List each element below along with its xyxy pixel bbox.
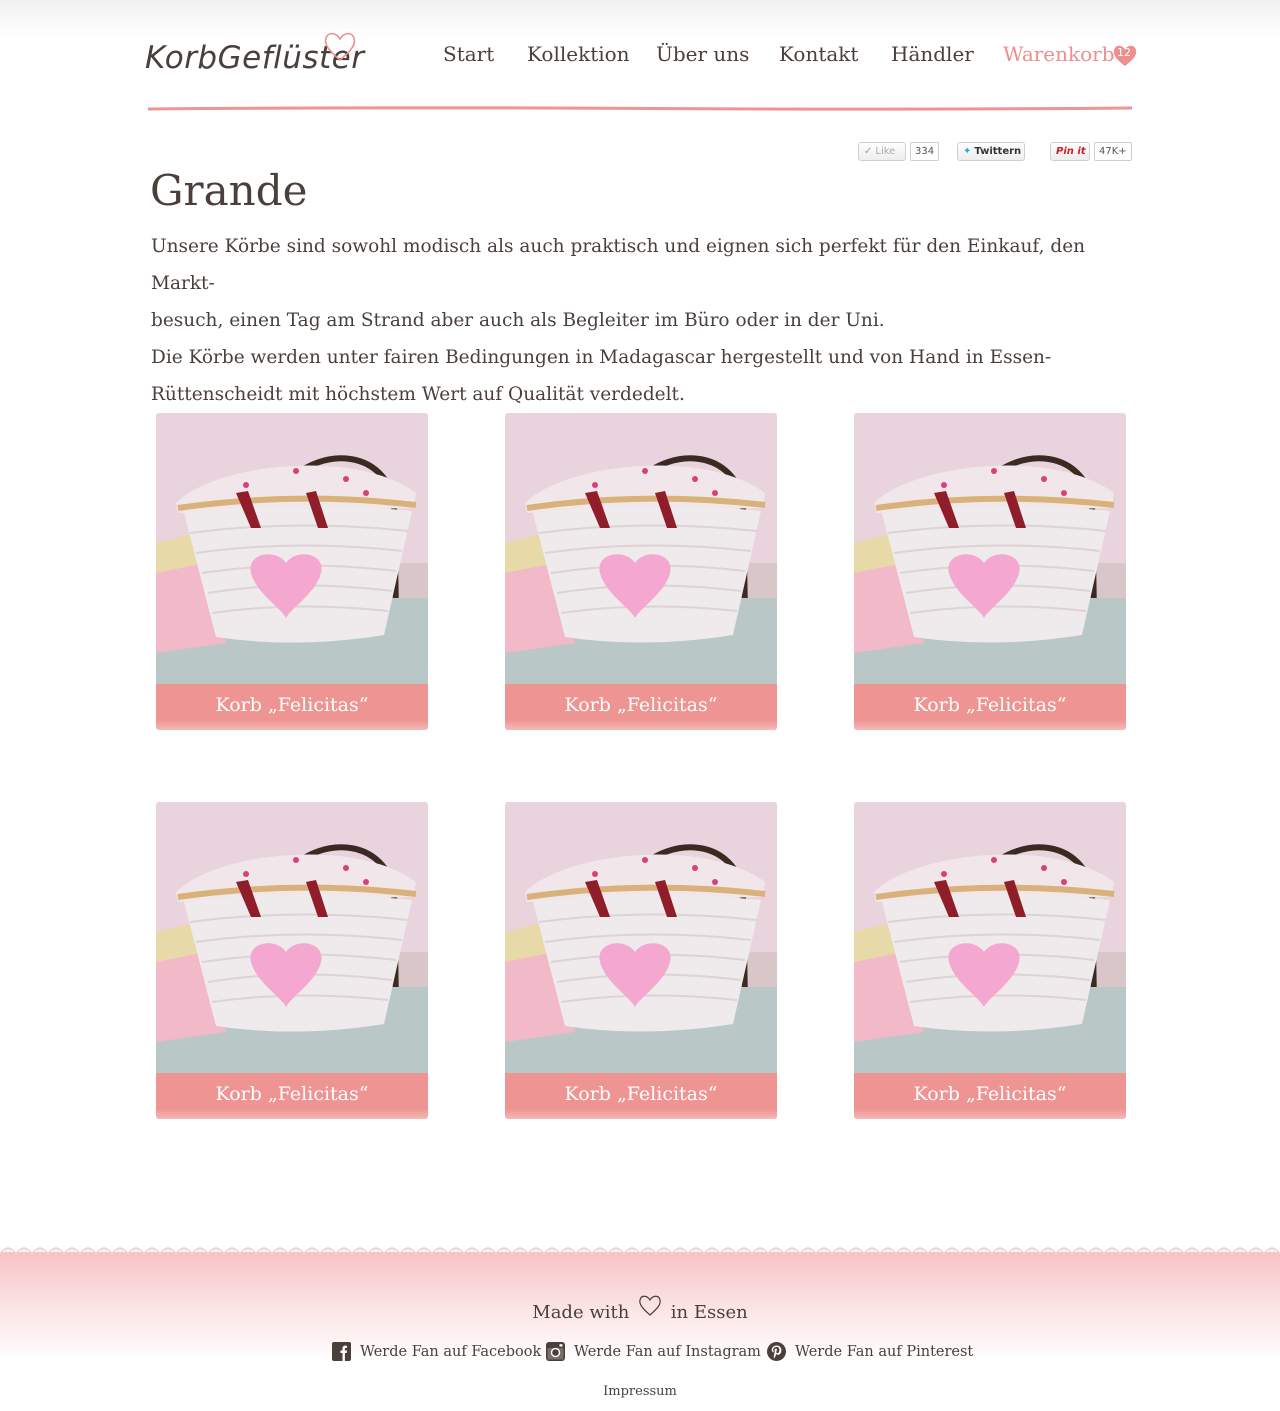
intro-line: Rüttenscheidt mit höchstem Wert auf Qual… [151,384,685,405]
instagram-icon [546,1342,565,1361]
made-prefix: Made with [532,1301,630,1323]
nav-ueber-uns[interactable]: Über uns [656,42,749,66]
made-suffix: in Essen [670,1301,748,1323]
product-name: Korb „Felicitas“ [854,1073,1126,1119]
footer-link-label: Werde Fan auf Pinterest [795,1343,974,1360]
page-title: Grande [150,166,308,215]
main-nav: Start Kollektion Über uns Kontakt Händle… [0,42,1280,72]
footer-link-instagram[interactable]: Werde Fan auf Instagram [546,1342,761,1361]
like-check-icon: ✓ [864,146,873,157]
product-card[interactable]: Korb „Felicitas“ [505,413,777,730]
cart-count: 12 [1117,46,1131,59]
nav-kontakt[interactable]: Kontakt [779,42,858,66]
lace-border [0,1247,1280,1255]
facebook-like-button[interactable]: ✓ Like [858,142,906,161]
footer-link-pinterest[interactable]: Werde Fan auf Pinterest [767,1342,973,1361]
footer-link-label: Werde Fan auf Facebook [360,1343,542,1360]
like-count: 334 [910,142,940,161]
product-image [854,413,1126,684]
heart-icon [639,1295,661,1316]
intro-line: besuch, einen Tag am Strand aber auch al… [151,310,885,331]
product-card[interactable]: Korb „Felicitas“ [854,413,1126,730]
header-divider [148,106,1132,111]
nav-kollektion[interactable]: Kollektion [527,42,630,66]
pinterest-icon [767,1342,786,1361]
product-card[interactable]: Korb „Felicitas“ [156,802,428,1119]
product-image [156,802,428,1073]
footer-link-facebook[interactable]: Werde Fan auf Facebook [332,1342,541,1361]
pin-count: 47K+ [1094,142,1132,161]
product-image [156,413,428,684]
product-image [505,802,777,1073]
product-card[interactable]: Korb „Felicitas“ [854,802,1126,1119]
intro-line: Die Körbe werden unter fairen Bedingunge… [151,347,1052,368]
footer-link-label: Werde Fan auf Instagram [574,1343,761,1360]
impressum-link[interactable]: Impressum [0,1384,1280,1399]
made-with-love: Made with in Essen [0,1293,1280,1323]
product-name: Korb „Felicitas“ [505,1073,777,1119]
product-name: Korb „Felicitas“ [156,684,428,730]
product-card[interactable]: Korb „Felicitas“ [505,802,777,1119]
pinit-button[interactable]: Pin it [1050,142,1090,161]
facebook-icon [332,1342,351,1361]
nav-warenkorb[interactable]: Warenkorb [1003,42,1115,66]
product-image [505,413,777,684]
intro-text: Unsere Körbe sind sowohl modisch als auc… [151,228,1131,413]
like-label: Like [875,146,896,157]
product-card[interactable]: Korb „Felicitas“ [156,413,428,730]
pinit-label: Pin it [1056,146,1086,157]
site-footer: Made with in Essen Werde Fan auf Faceboo… [0,1240,1280,1411]
twitter-bird-icon: ✦ [963,146,972,157]
product-image [854,802,1126,1073]
product-name: Korb „Felicitas“ [505,684,777,730]
nav-start[interactable]: Start [443,42,494,66]
product-name: Korb „Felicitas“ [854,684,1126,730]
product-name: Korb „Felicitas“ [156,1073,428,1119]
nav-haendler[interactable]: Händler [891,42,974,66]
intro-line: Unsere Körbe sind sowohl modisch als auc… [151,236,1086,294]
twitter-label: Twittern [974,146,1022,157]
twitter-button[interactable]: ✦ Twittern [957,142,1025,161]
site-header: KorbGeflüster Start Kollektion Über uns … [0,0,1280,120]
